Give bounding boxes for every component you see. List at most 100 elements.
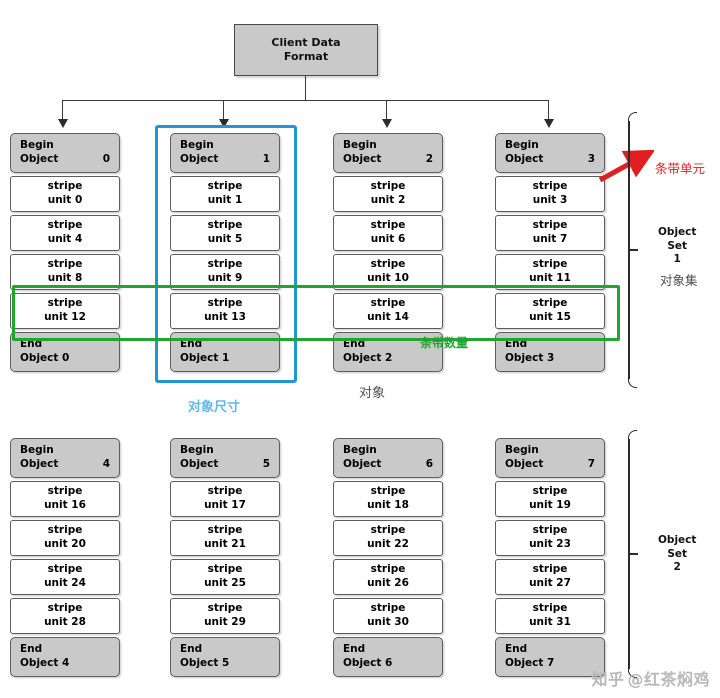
connector-branch-3 [548, 100, 549, 121]
connector-branch-1 [223, 100, 224, 121]
begin-object-number: 5 [262, 458, 270, 470]
connector-root-stem [305, 76, 306, 100]
object-set-1-line3: 1 [673, 253, 681, 266]
object-column-7: Begin Object 7 stripe unit 19 stripe unit 23st… [495, 438, 605, 680]
stripe-unit-line1: stripe [370, 602, 406, 615]
stripe-unit-line1: stripe [370, 180, 406, 193]
stripe-unit-line2: unit 16 [44, 499, 86, 511]
stripe-unit-cell: stripe unit 25 [170, 559, 280, 595]
stripe-unit-line2: unit 28 [44, 616, 86, 628]
stripe-unit-line2: unit 24 [44, 577, 86, 589]
begin-label: Begin [505, 139, 539, 152]
stripe-unit-line1: stripe [47, 602, 83, 615]
begin-object-row: Object 4 [20, 458, 110, 472]
stripe-unit-line1: stripe [207, 485, 243, 498]
arrowhead-3 [544, 119, 554, 128]
stripe-unit-line2: unit 17 [204, 499, 246, 511]
stripe-unit-line2: unit 2 [370, 194, 406, 206]
stripe-unit-cell: stripe unit 2 [333, 176, 443, 212]
end-label: End [343, 643, 366, 656]
begin-object-row: Object 7 [505, 458, 595, 472]
object-footer-5: End Object 5 [170, 637, 280, 677]
stripe-unit-cell: stripe unit 7 [495, 215, 605, 251]
annotation-stripe-count: 条带数量 [420, 336, 469, 350]
stripe-unit-line2: unit 0 [47, 194, 83, 206]
stripe-unit-cell: stripe unit 22 [333, 520, 443, 556]
root-title-line1: Client Data [271, 36, 341, 50]
begin-object-number: 6 [425, 458, 433, 470]
begin-object-number: 3 [587, 153, 595, 165]
begin-object-word: Object [20, 153, 59, 165]
stripe-unit-line1: stripe [532, 485, 568, 498]
begin-label: Begin [343, 139, 377, 152]
stripe-unit-line1: stripe [532, 602, 568, 615]
end-label: End [20, 643, 43, 656]
connector-branch-0 [62, 100, 63, 121]
watermark-site: 知乎 [591, 670, 625, 689]
stripe-unit-cell: stripe unit 31 [495, 598, 605, 634]
stripe-unit-line1: stripe [47, 485, 83, 498]
stripe-unit-line1: stripe [207, 524, 243, 537]
stripe-unit-cell: stripe unit 16 [10, 481, 120, 517]
stripe-unit-line1: stripe [532, 219, 568, 232]
stripe-unit-line2: unit 19 [529, 499, 571, 511]
begin-object-row: Object 0 [20, 153, 110, 167]
stripe-unit-cell: stripe unit 17 [170, 481, 280, 517]
stripe-unit-cell: stripe unit 26 [333, 559, 443, 595]
watermark: 知乎 @红茶焖鸡 [591, 666, 710, 690]
object-set-1-line2: Set [667, 239, 688, 252]
stripe-unit-cell: stripe unit 3 [495, 176, 605, 212]
object-header-4: Begin Object 4 [10, 438, 120, 478]
end-object-text: Object 4 [20, 657, 70, 669]
root-node-client-data-format: Client Data Format [234, 24, 378, 76]
begin-object-word: Object [343, 153, 382, 165]
begin-object-row: Object 3 [505, 153, 595, 167]
stripe-unit-line1: stripe [370, 258, 406, 271]
begin-object-number: 0 [102, 153, 110, 165]
stripe-unit-line2: unit 22 [367, 538, 409, 550]
stripe-unit-cell: stripe unit 27 [495, 559, 605, 595]
annotation-stripe-unit: 条带单元 [655, 161, 706, 176]
stripe-unit-line2: unit 8 [47, 272, 83, 284]
stripe-unit-cell: stripe unit 19 [495, 481, 605, 517]
begin-object-number: 2 [425, 153, 433, 165]
stripe-unit-cell: stripe unit 4 [10, 215, 120, 251]
object-footer-6: End Object 6 [333, 637, 443, 677]
connector-branch-2 [386, 100, 387, 121]
object-header-2: Begin Object 2 [333, 133, 443, 173]
stripe-unit-line1: stripe [47, 219, 83, 232]
stripe-unit-line1: stripe [370, 563, 406, 576]
begin-label: Begin [20, 444, 54, 457]
object-header-3: Begin Object 3 [495, 133, 605, 173]
stripe-unit-line2: unit 30 [367, 616, 409, 628]
stripe-unit-cell: stripe unit 20 [10, 520, 120, 556]
stripe-unit-line2: unit 25 [204, 577, 246, 589]
end-object-text: Object 7 [505, 657, 555, 669]
begin-object-word: Object [505, 153, 544, 165]
stripe-unit-line1: stripe [532, 180, 568, 193]
begin-object-word: Object [20, 458, 59, 470]
arrowhead-2 [382, 119, 392, 128]
begin-object-row: Object 2 [343, 153, 433, 167]
annotation-object-set: 对象集 [660, 273, 698, 288]
stripe-unit-line1: stripe [47, 180, 83, 193]
object-footer-7: End Object 7 [495, 637, 605, 677]
brace-object-set-2 [620, 430, 640, 678]
end-object-text: Object 3 [505, 352, 555, 364]
object-set-1-label: Object Set 1 [658, 226, 696, 267]
begin-object-word: Object [505, 458, 544, 470]
end-object-text: Object 6 [343, 657, 393, 669]
stripe-unit-line1: stripe [532, 258, 568, 271]
stripe-unit-cell: stripe unit 30 [333, 598, 443, 634]
diagram-canvas: Client Data Format Begin Object 0 stripe uni… [0, 0, 720, 698]
object-column-4: Begin Object 4 stripe unit 16 stripe unit 20st… [10, 438, 120, 680]
object-header-7: Begin Object 7 [495, 438, 605, 478]
stripe-unit-line1: stripe [532, 524, 568, 537]
begin-label: Begin [180, 444, 214, 457]
stripe-unit-line2: unit 20 [44, 538, 86, 550]
object-column-5: Begin Object 5 stripe unit 17 stripe unit 21st… [170, 438, 280, 680]
stripe-unit-line2: unit 31 [529, 616, 571, 628]
stripe-unit-line1: stripe [47, 258, 83, 271]
stripe-unit-line1: stripe [370, 524, 406, 537]
stripe-unit-line2: unit 29 [204, 616, 246, 628]
